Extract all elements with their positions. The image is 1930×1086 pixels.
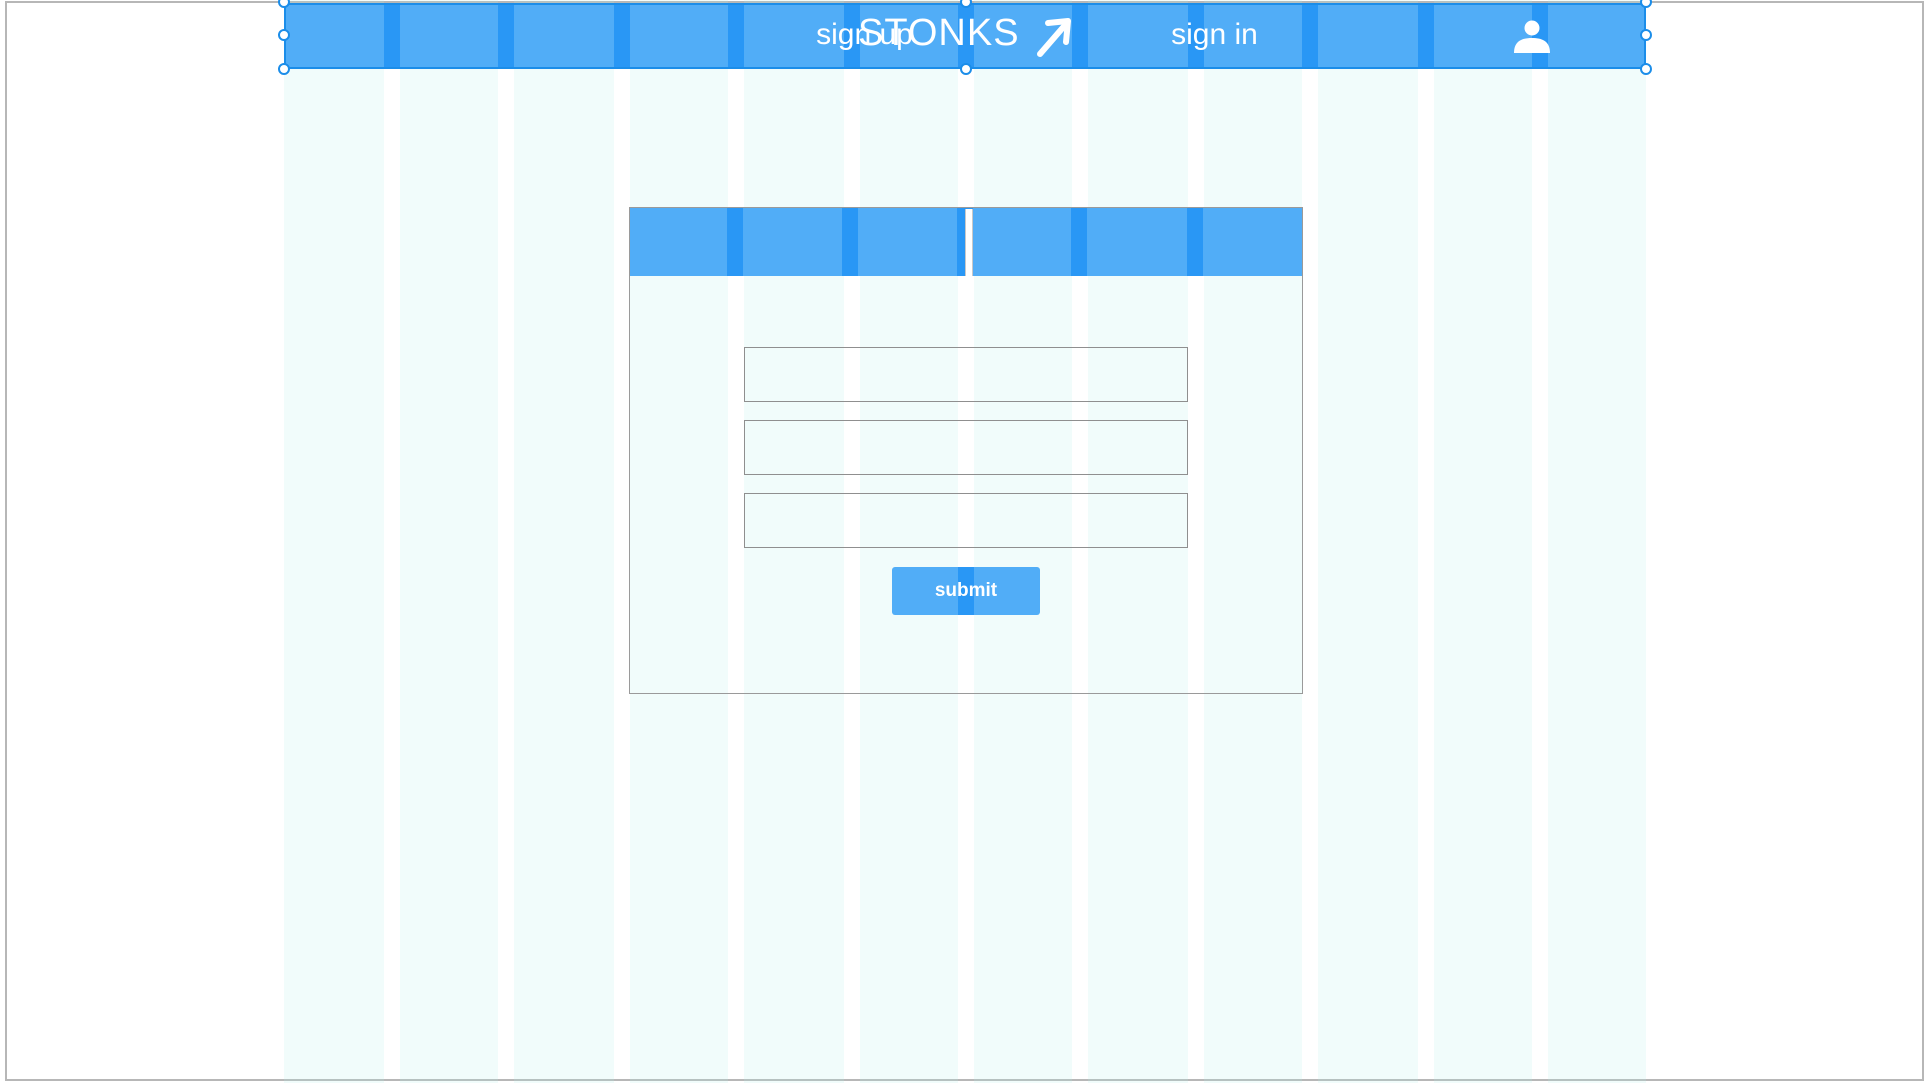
selection-handle[interactable] [1640, 29, 1652, 41]
selection-handle[interactable] [278, 29, 290, 41]
grid-gutter [498, 5, 514, 67]
selection-handle[interactable] [1640, 63, 1652, 75]
form-field-1[interactable] [744, 347, 1188, 402]
form-field-2[interactable] [744, 420, 1188, 475]
tab-sign-up[interactable]: sign up [629, 0, 940, 69]
submit-label: submit [934, 580, 998, 601]
submit-button[interactable]: submit [892, 567, 1040, 615]
grid-gutter [1302, 5, 1318, 67]
tab-sign-in[interactable]: sign in [973, 0, 1303, 69]
form-field-3[interactable] [744, 493, 1188, 548]
grid-gutter [614, 5, 630, 67]
user-icon[interactable] [1510, 18, 1554, 54]
selection-handle[interactable] [278, 63, 290, 75]
grid-gutter [1418, 5, 1434, 67]
selection-handle[interactable] [960, 63, 972, 75]
grid-gutter [384, 5, 400, 67]
design-canvas: STONKS sign up sign in submit [0, 0, 1930, 1086]
